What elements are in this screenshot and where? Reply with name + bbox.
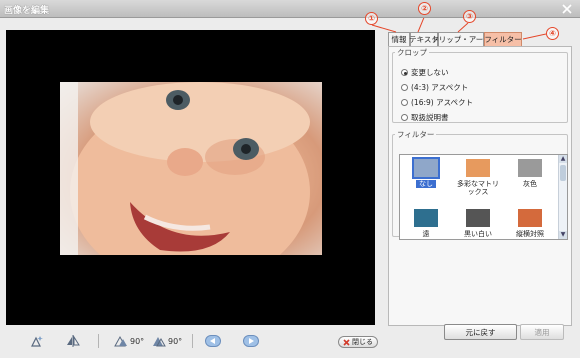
filter-thumbnail [412,157,440,179]
crop-group: クロップ 変更しない (4:3) アスペクト (16:9) アスペクト 取扱説明… [392,47,568,123]
rotate-right-button[interactable]: 90° [152,334,182,348]
rotate-right-label: 90° [168,336,183,346]
title-bar: 画像を編集 [0,0,580,18]
filter-list[interactable]: なし 多彩なマトリックス 灰色 遠 黒い白い 縦横対照 ▲ ▼ [399,154,568,240]
crop-option-label: (4:3) アスペクト [411,83,469,92]
filter-legend: フィルター [397,130,435,139]
crop-option-16-9[interactable]: (16:9) アスペクト [401,97,473,108]
filter-item-contrast[interactable]: 縦横対照 [506,205,554,239]
filter-thumbnail [466,209,490,227]
edit-image-dialog: 90° 90° 閉じる 情報 テキスト クリップ・アート フィルター ① ② ③… [0,2,580,358]
previous-image-button[interactable] [205,334,221,348]
next-image-button[interactable] [243,334,259,348]
filter-thumbnail [414,209,438,227]
rotate-left-button[interactable]: 90° [114,334,144,348]
toolbar-divider [192,334,193,348]
crop-option-label: (16:9) アスペクト [411,98,474,107]
filter-item-gray[interactable]: 灰色 [506,155,554,203]
filter-item-label: なし [416,180,436,188]
radio-icon [401,69,408,76]
toolbar-divider [98,334,99,348]
auto-enhance-button[interactable] [30,334,44,348]
crop-legend: クロップ [397,48,427,57]
crop-option-label: 変更しない [411,68,449,77]
scroll-up-icon[interactable]: ▲ [559,155,567,163]
radio-icon [401,84,408,91]
filter-thumbnail [466,159,490,177]
crop-option-no-change[interactable]: 変更しない [401,67,449,78]
rotate-left-label: 90° [130,336,145,346]
filter-item-none[interactable]: なし [402,155,450,203]
apply-button-label: 適用 [534,327,550,337]
filter-scrollbar[interactable]: ▲ ▼ [558,155,567,239]
filter-tab-panel: クロップ 変更しない (4:3) アスペクト (16:9) アスペクト 取扱説明… [388,46,572,326]
reset-button[interactable]: 元に戻す [444,324,517,340]
radio-icon [401,99,408,106]
close-icon[interactable] [560,2,574,15]
apply-button[interactable]: 適用 [520,324,564,340]
x-icon [343,338,350,346]
crop-option-4-3[interactable]: (4:3) アスペクト [401,82,468,93]
callout-2: ② [418,2,431,15]
scroll-thumb[interactable] [560,165,566,181]
filter-item-label: 多彩なマトリックス [457,180,499,196]
filter-item-label: 縦横対照 [516,230,544,238]
filter-thumbnail [518,159,542,177]
filter-item-far[interactable]: 遠 [402,205,450,239]
crop-option-label: 取扱説明書 [411,113,449,122]
flip-button[interactable] [66,334,80,348]
image-preview [6,30,375,325]
filter-item-label: 遠 [422,230,430,238]
filter-item-black-white[interactable]: 黒い白い [454,205,502,239]
close-button[interactable]: 閉じる [338,336,378,348]
reset-button-label: 元に戻す [465,327,496,337]
filter-item-label: 黒い白い [464,230,492,238]
window-title: 画像を編集 [4,6,50,16]
close-button-label: 閉じる [352,338,373,346]
radio-icon [401,114,408,121]
filter-thumbnail [518,209,542,227]
scroll-down-icon[interactable]: ▼ [559,231,567,239]
filter-item-label: 灰色 [523,180,537,188]
filter-group: フィルター なし 多彩なマトリックス 灰色 遠 黒い白い 縦横対照 ▲ ▼ [392,129,568,240]
preview-toolbar: 90° 90° 閉じる [0,328,380,356]
photo [60,82,322,255]
crop-option-manual[interactable]: 取扱説明書 [401,112,449,123]
filter-item-matrix[interactable]: 多彩なマトリックス [454,155,502,203]
